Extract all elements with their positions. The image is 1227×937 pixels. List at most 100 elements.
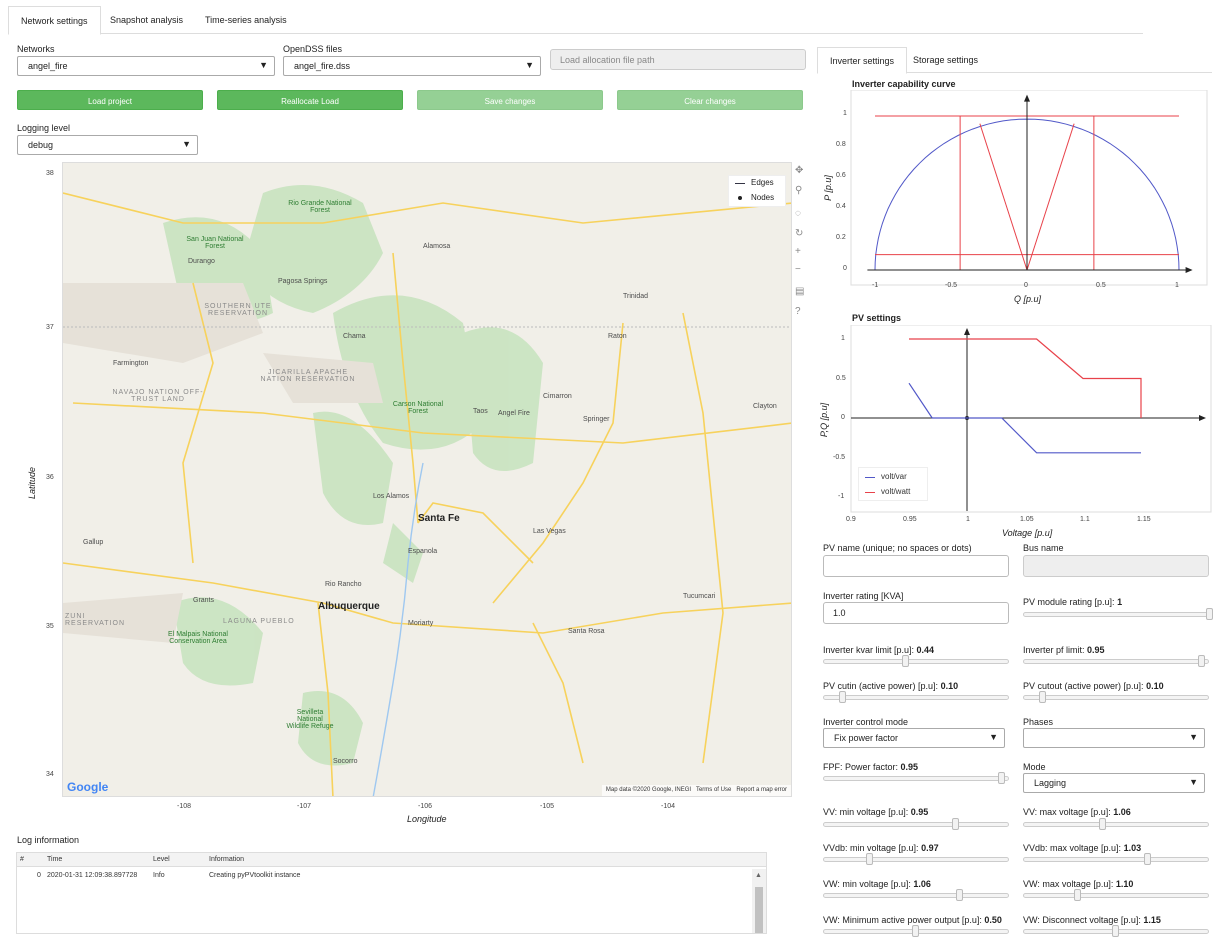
slider-handle[interactable]: [952, 818, 959, 830]
vv-max-text: VV: max voltage [p.u]:: [1023, 807, 1111, 817]
caret-down-icon: ▼: [1189, 777, 1198, 787]
pv-xtick: 1.1: [1080, 516, 1090, 523]
cutout-slider[interactable]: [1023, 691, 1209, 703]
vv-max-value: 1.06: [1113, 807, 1131, 817]
capability-chart[interactable]: [818, 90, 1208, 310]
wheel-zoom-icon[interactable]: ◌: [795, 208, 801, 219]
vvdb-max-slider[interactable]: [1023, 853, 1209, 865]
log-col-time: Time: [47, 856, 63, 863]
right-tabs: Inverter settings Storage settings: [817, 47, 1212, 76]
log-time: 2020-01-31 12:09:38.897728: [47, 872, 138, 879]
tab-storage-settings[interactable]: Storage settings: [901, 47, 990, 76]
slider-handle[interactable]: [1112, 925, 1119, 937]
networks-select[interactable]: angel_fire ▼: [17, 56, 275, 76]
vw-min-slider[interactable]: [823, 889, 1009, 901]
cap-ytick: 0.2: [836, 234, 846, 241]
slider-handle[interactable]: [912, 925, 919, 937]
vvdb-min-label: VVdb: min voltage [p.u]: 0.97: [823, 843, 939, 853]
save-changes-button[interactable]: Save changes: [417, 90, 603, 110]
slider-handle[interactable]: [1039, 691, 1046, 703]
networks-value: angel_fire: [28, 61, 68, 71]
slider-handle[interactable]: [866, 853, 873, 865]
slider-handle[interactable]: [1206, 608, 1213, 620]
map-attribution: Map data ©2020 Google, INEGI Terms of Us…: [601, 785, 791, 796]
map-place: Albuquerque: [318, 601, 380, 612]
pv-xtick: 1.15: [1137, 516, 1151, 523]
vw-minp-text: VW: Minimum active power output [p.u]:: [823, 915, 982, 925]
report-link[interactable]: Report a map error: [736, 787, 787, 793]
vv-min-label: VV: min voltage [p.u]: 0.95: [823, 807, 928, 817]
tab-time-series-analysis[interactable]: Time-series analysis: [193, 6, 299, 35]
vvdb-min-slider[interactable]: [823, 853, 1009, 865]
mode-select[interactable]: Lagging ▼: [1023, 773, 1205, 793]
tab-snapshot-analysis[interactable]: Snapshot analysis: [98, 6, 195, 35]
vw-disc-slider[interactable]: [1023, 925, 1209, 937]
scroll-up-icon[interactable]: ▲: [755, 872, 762, 879]
zoom-in-icon[interactable]: +: [795, 246, 801, 257]
kvar-limit-slider[interactable]: [823, 655, 1009, 667]
log-scrollbar[interactable]: ▲: [752, 869, 766, 933]
tab-network-settings[interactable]: Network settings: [8, 6, 101, 35]
inverter-rating-input[interactable]: 1.0: [823, 602, 1009, 624]
network-map[interactable]: Durango Alamosa Taos Santa Fe Albuquerqu…: [62, 162, 792, 797]
slider-handle[interactable]: [1198, 655, 1205, 667]
logging-level-label: Logging level: [17, 123, 71, 133]
slider-handle[interactable]: [1099, 818, 1106, 830]
clear-changes-button[interactable]: Clear changes: [617, 90, 803, 110]
vw-max-slider[interactable]: [1023, 889, 1209, 901]
slider-handle[interactable]: [1074, 889, 1081, 901]
reallocate-load-button[interactable]: Reallocate Load: [217, 90, 403, 110]
pv-module-value: 1: [1117, 597, 1123, 607]
legend-volt-watt: volt/watt: [881, 487, 911, 496]
load-project-button[interactable]: Load project: [17, 90, 203, 110]
slider-handle[interactable]: [902, 655, 909, 667]
slider-handle[interactable]: [998, 772, 1005, 784]
pv-ylabel: P,Q [p.u]: [819, 402, 830, 438]
control-mode-select[interactable]: Fix power factor ▼: [823, 728, 1005, 748]
scrollbar-thumb[interactable]: [755, 887, 763, 933]
vv-min-text: VV: min voltage [p.u]:: [823, 807, 909, 817]
tab-inverter-settings[interactable]: Inverter settings: [817, 47, 908, 74]
pv-name-input[interactable]: [823, 555, 1009, 577]
vv-max-slider[interactable]: [1023, 818, 1209, 830]
box-zoom-icon[interactable]: ⚲: [795, 185, 802, 196]
opendss-select[interactable]: angel_fire.dss ▼: [283, 56, 541, 76]
voltwatt-swatch: [865, 492, 875, 493]
help-icon[interactable]: ?: [795, 306, 801, 317]
x-tick: -104: [661, 803, 676, 810]
pv-xtick: 1.05: [1020, 516, 1034, 523]
hover-icon[interactable]: ▤: [795, 286, 804, 297]
x-tick: -106: [418, 803, 433, 810]
load-allocation-input[interactable]: Load allocation file path: [550, 49, 806, 70]
pf-limit-slider[interactable]: [1023, 655, 1209, 667]
log-header: # Time Level Information: [17, 853, 766, 867]
logging-level-value: debug: [28, 140, 54, 150]
slider-handle[interactable]: [1144, 853, 1151, 865]
caret-down-icon: ▼: [182, 139, 191, 149]
legend-volt-var: volt/var: [881, 472, 907, 481]
logging-level-select[interactable]: debug ▼: [17, 135, 198, 155]
zoom-out-icon[interactable]: −: [795, 264, 801, 275]
vw-minp-slider[interactable]: [823, 925, 1009, 937]
cutin-slider[interactable]: [823, 691, 1009, 703]
caret-down-icon: ▼: [525, 60, 534, 70]
vw-min-text: VW: min voltage [p.u]:: [823, 879, 911, 889]
map-place: Raton: [608, 333, 627, 340]
slider-handle[interactable]: [839, 691, 846, 703]
reset-icon[interactable]: ↻: [795, 228, 803, 239]
pan-icon[interactable]: ✥: [795, 165, 803, 176]
terms-link[interactable]: Terms of Use: [696, 787, 731, 793]
vv-min-slider[interactable]: [823, 818, 1009, 830]
google-logo: Google: [67, 780, 109, 794]
table-row[interactable]: 0 2020-01-31 12:09:38.897728 Info Creati…: [17, 869, 750, 883]
fpf-slider[interactable]: [823, 772, 1009, 784]
phases-select[interactable]: ▼: [1023, 728, 1205, 748]
map-place: Espanola: [408, 548, 438, 555]
log-info: Creating pyPVtoolkit instance: [209, 872, 301, 879]
pv-xtick: 0.95: [903, 516, 917, 523]
slider-handle[interactable]: [956, 889, 963, 901]
bus-name-input[interactable]: [1023, 555, 1209, 577]
pv-chart-title: PV settings: [852, 313, 902, 323]
pv-module-slider[interactable]: [1023, 608, 1213, 620]
control-mode-label: Inverter control mode: [823, 717, 909, 727]
